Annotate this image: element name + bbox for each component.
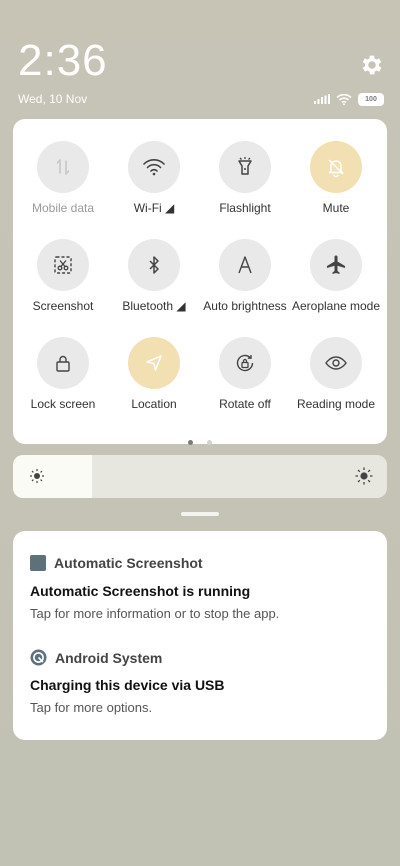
bluetooth-icon (128, 239, 180, 291)
tile-label: Flashlight (219, 201, 271, 215)
notification-text[interactable]: Tap for more options. (30, 700, 152, 715)
rotate-icon (219, 337, 271, 389)
flashlight-icon (219, 141, 271, 193)
wifi-icon (128, 141, 180, 193)
eye-icon (310, 337, 362, 389)
app-name: Automatic Screenshot (54, 555, 203, 571)
quick-settings-panel: Mobile data Wi-Fi ◢ Flashlight Mute Scre… (13, 119, 387, 445)
notification-title[interactable]: Automatic Screenshot is running (30, 583, 250, 599)
tile-lock-screen[interactable]: Lock screen (17, 337, 109, 411)
wifi-icon (336, 93, 352, 105)
tile-reading-mode[interactable]: Reading mode (290, 337, 382, 411)
android-system-icon (30, 649, 47, 666)
tile-label: Reading mode (296, 397, 376, 411)
notification-header: Android System (30, 649, 162, 666)
tile-label: Auto brightness (203, 299, 287, 313)
tile-auto-brightness[interactable]: Auto brightness (199, 239, 291, 313)
tile-label: Lock screen (30, 397, 96, 411)
tile-location[interactable]: Location (108, 337, 200, 411)
page-indicator (13, 432, 387, 450)
tile-mute[interactable]: Mute (290, 141, 382, 215)
notification-header: Automatic Screenshot (30, 555, 203, 571)
notification-title[interactable]: Charging this device via USB (30, 677, 225, 693)
drag-handle[interactable] (181, 512, 219, 516)
app-name: Android System (55, 649, 163, 666)
auto-brightness-icon (219, 239, 271, 291)
app-square-icon (30, 555, 46, 571)
tile-screenshot[interactable]: Screenshot (17, 239, 109, 313)
brightness-fill (13, 455, 92, 498)
tile-label: Screenshot (32, 299, 94, 313)
tile-wifi[interactable]: Wi-Fi ◢ (108, 141, 200, 215)
tile-label: Location (131, 397, 177, 411)
lock-icon (37, 337, 89, 389)
tile-label: Bluetooth ◢ (122, 299, 186, 313)
signal-icon (314, 94, 330, 104)
brightness-slider[interactable] (13, 455, 387, 498)
tile-label: Rotate off (219, 397, 271, 411)
tile-rotate-off[interactable]: Rotate off (199, 337, 291, 411)
notification-card[interactable]: Automatic Screenshot Automatic Screensho… (13, 531, 387, 740)
tile-label: Mute (322, 201, 350, 215)
sun-small-icon (30, 469, 44, 483)
tile-label: Aeroplane mode (291, 299, 381, 313)
page-dot-active[interactable] (187, 440, 193, 445)
status-icons: 100 (314, 92, 384, 106)
tile-label: Mobile data (31, 201, 95, 215)
tile-bluetooth[interactable]: Bluetooth ◢ (108, 239, 200, 313)
battery-icon: 100 (358, 92, 384, 106)
screenshot-icon (37, 239, 89, 291)
location-icon (128, 337, 180, 389)
tile-label: Wi-Fi ◢ (133, 201, 175, 215)
bell-off-icon (310, 141, 362, 193)
notification-text[interactable]: Tap for more information or to stop the … (30, 606, 279, 621)
airplane-icon (310, 239, 362, 291)
sun-large-icon (355, 467, 373, 485)
page-dot[interactable] (207, 440, 213, 445)
tile-mobile-data[interactable]: Mobile data (17, 141, 109, 215)
settings-gear-icon[interactable] (359, 52, 385, 78)
tile-flashlight[interactable]: Flashlight (199, 141, 291, 215)
tile-aeroplane-mode[interactable]: Aeroplane mode (290, 239, 382, 313)
clock: 2:36 (18, 36, 108, 85)
mobile-data-icon (37, 141, 89, 193)
date: Wed, 10 Nov (18, 92, 88, 106)
